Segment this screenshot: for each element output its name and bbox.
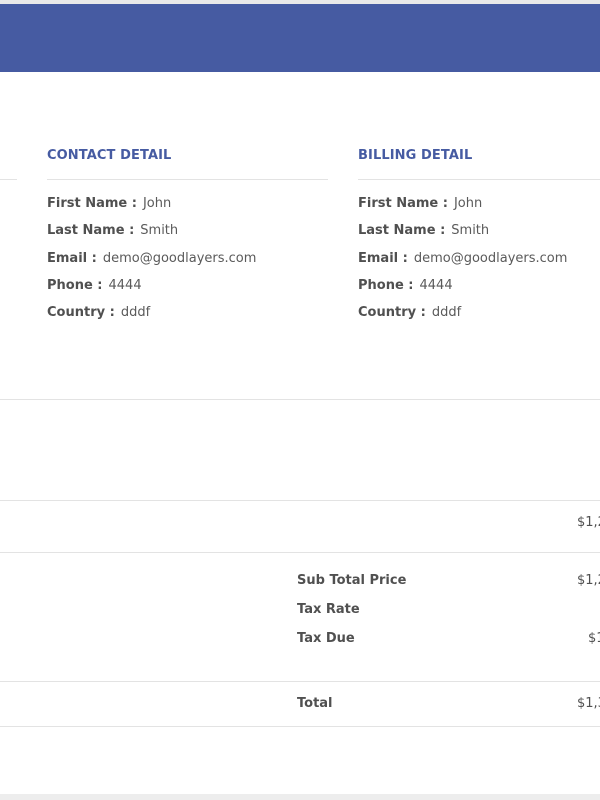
item-row-price: $1,2 [577,515,600,530]
total-label: Total [297,696,333,711]
sub-total-value: $1,2 [577,573,600,588]
field-value: John [453,196,483,211]
field-label: Country : [47,305,115,321]
field-label: Last Name : [358,223,446,239]
contact-phone: Phone : 4444 [47,277,256,304]
field-label: First Name : [47,196,137,211]
billing-detail-divider [358,179,600,180]
field-label: Phone : [47,277,103,293]
field-value: 4444 [419,277,453,293]
contact-country: Country : dddf [47,304,256,331]
item-row-bottom-divider [0,552,600,553]
field-value: demo@goodlayers.com [413,250,568,266]
item-row-top-divider [0,500,600,501]
field-value: demo@goodlayers.com [102,250,257,266]
total-bottom-divider [0,726,600,727]
contact-first-name: First Name : John [47,195,256,222]
tax-rate-label: Tax Rate [297,602,360,617]
field-label: First Name : [358,196,448,211]
billing-email: Email : demo@goodlayers.com [358,250,567,277]
header-bar [0,4,600,72]
tax-due-value: $1 [588,631,600,646]
field-label: Email : [47,250,97,266]
contact-last-name: Last Name : Smith [47,222,256,249]
billing-first-name: First Name : John [358,195,567,222]
total-top-divider [0,681,600,682]
billing-last-name: Last Name : Smith [358,222,567,249]
sub-total-label: Sub Total Price [297,573,407,588]
field-value: dddf [120,305,151,321]
field-label: Email : [358,250,408,266]
field-value: John [142,196,172,211]
bottom-band [0,794,600,800]
field-value: Smith [140,223,179,239]
billing-detail-title: BILLING DETAIL [358,148,473,163]
field-label: Last Name : [47,223,135,239]
contact-email: Email : demo@goodlayers.com [47,250,256,277]
field-label: Country : [358,305,426,321]
invoice-page: CONTACT DETAIL First Name : John Last Nam… [0,0,600,800]
tax-due-label: Tax Due [297,631,355,646]
billing-country: Country : dddf [358,304,567,331]
billing-phone: Phone : 4444 [358,277,567,304]
field-value: 4444 [108,277,142,293]
left-column-divider [0,179,17,180]
field-value: Smith [451,223,490,239]
billing-detail-list: First Name : John Last Name : Smith Email … [358,195,567,331]
contact-detail-title: CONTACT DETAIL [47,148,172,163]
contact-detail-divider [47,179,328,180]
field-label: Phone : [358,277,414,293]
contact-detail-list: First Name : John Last Name : Smith Email … [47,195,256,331]
field-value: dddf [431,305,462,321]
details-bottom-divider [0,399,600,400]
total-value: $1,3 [577,696,600,711]
